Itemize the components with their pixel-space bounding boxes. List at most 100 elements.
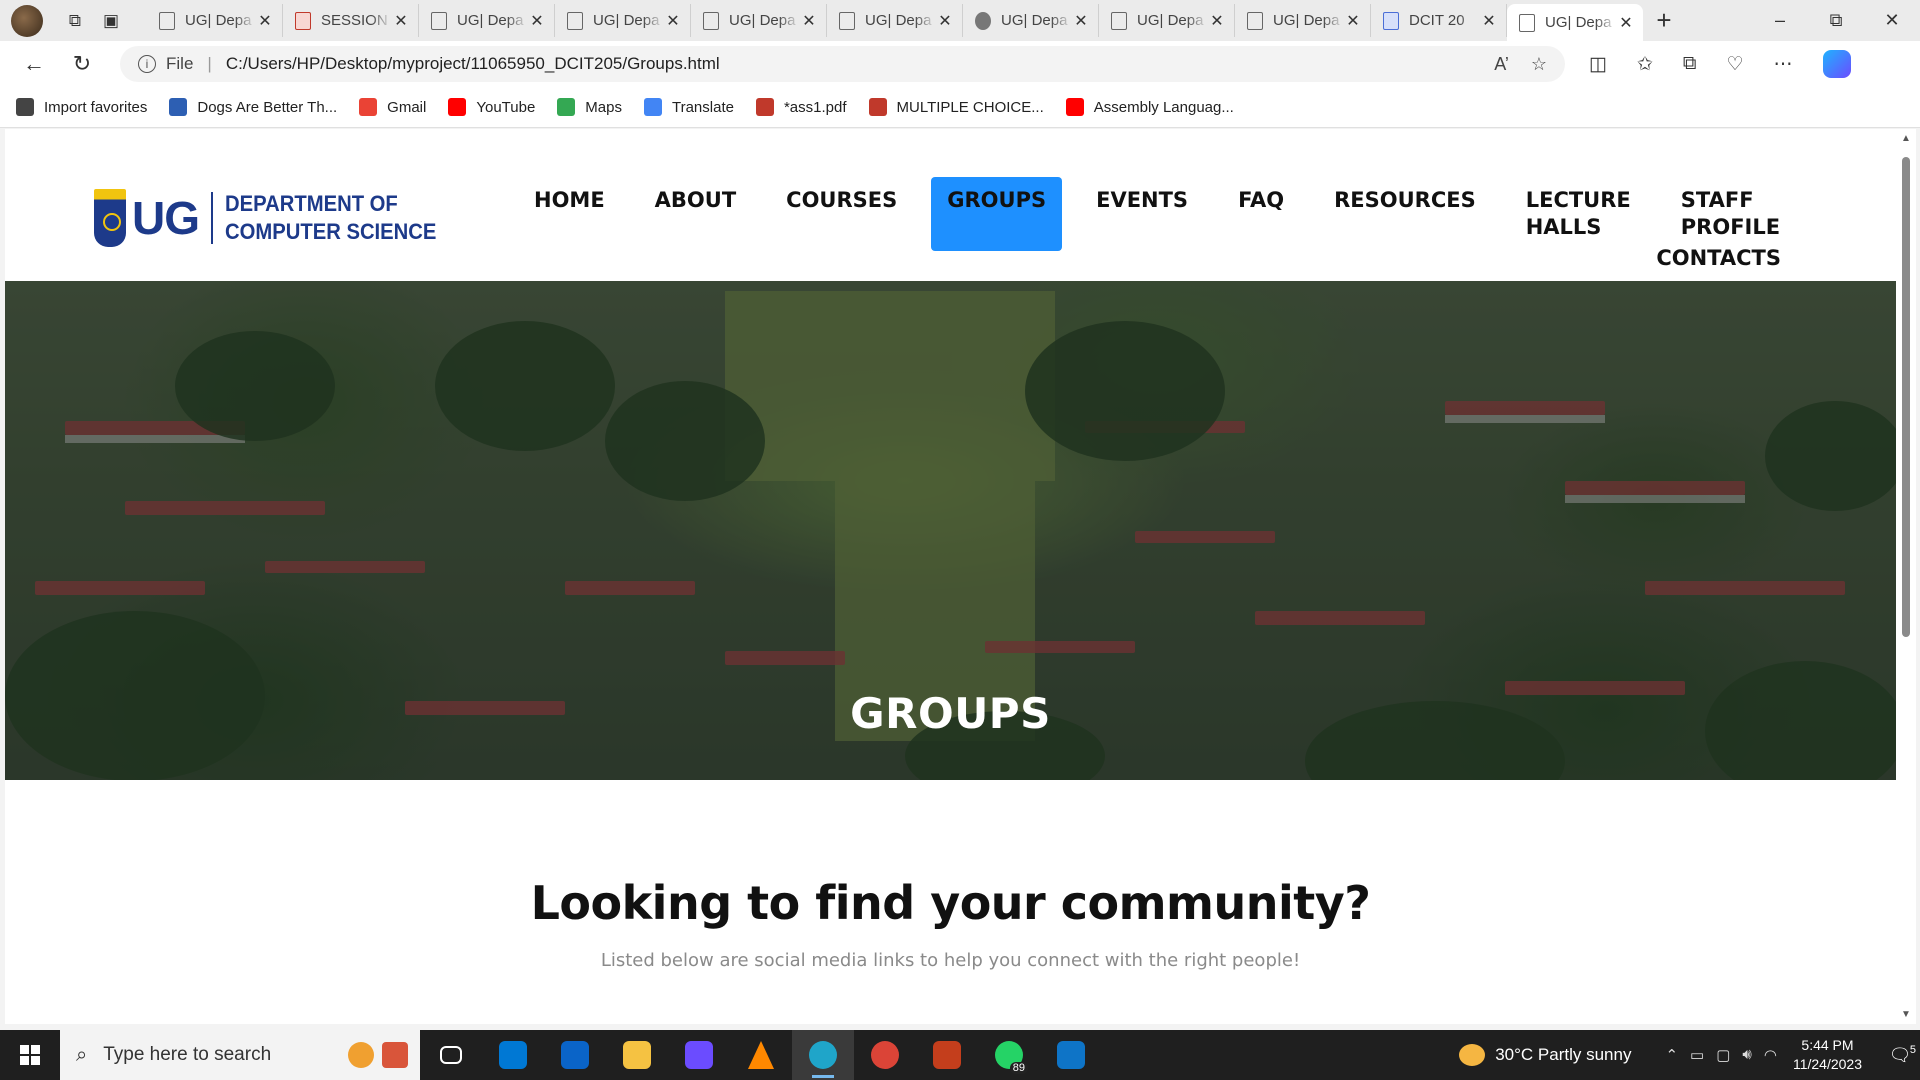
start-button[interactable] [0, 1030, 60, 1080]
close-tab-icon[interactable]: ✕ [664, 11, 682, 31]
address-bar-actions: A’ ☆ [1494, 54, 1565, 75]
nav-contacts[interactable]: CONTACTS [1640, 235, 1797, 282]
browser-tab[interactable]: UG| Depa ✕ [555, 4, 691, 37]
window-controls: – ⧉ ✕ [1752, 10, 1920, 31]
volume-icon[interactable]: 🔊︎ [1742, 1046, 1751, 1064]
close-tab-icon[interactable]: ✕ [1072, 11, 1090, 31]
browser-tab[interactable]: SESSION ✕ [283, 4, 419, 37]
url-scheme: File [166, 54, 194, 73]
taskbar-search[interactable]: ⌕ Type here to search [60, 1030, 420, 1080]
browser-tab[interactable]: UG| Depa ✕ [419, 4, 555, 37]
pdf-icon [755, 98, 774, 116]
close-tab-icon[interactable]: ✕ [256, 11, 274, 31]
chrome-taskbar-button[interactable] [854, 1030, 916, 1080]
close-tab-icon[interactable]: ✕ [1344, 11, 1362, 31]
close-tab-icon[interactable]: ✕ [392, 11, 410, 31]
page-icon [839, 11, 855, 30]
vlc-icon [748, 1041, 774, 1069]
browser-tab[interactable]: UG| Depa ✕ [827, 4, 963, 37]
mail-taskbar-button[interactable] [544, 1030, 606, 1080]
battery-icon[interactable]: ▭ [1690, 1046, 1704, 1064]
page-scrollbar[interactable]: ▲ ▼ [1896, 129, 1916, 1024]
favorite-link[interactable]: Assembly Languag... [1065, 98, 1234, 116]
browser-tab[interactable]: UG| Depa ✕ [691, 4, 827, 37]
browser-tab[interactable]: UG| Depa ✕ [147, 4, 283, 37]
edge-taskbar-button[interactable] [792, 1030, 854, 1080]
favorite-link[interactable]: Maps [557, 98, 622, 116]
scroll-down-icon[interactable]: ▼ [1901, 1009, 1911, 1020]
vlc-taskbar-button[interactable] [730, 1030, 792, 1080]
close-window-button[interactable]: ✕ [1864, 10, 1920, 31]
refresh-button[interactable]: ↻ [60, 46, 104, 82]
favorite-link[interactable]: *ass1.pdf [755, 98, 847, 116]
browser-tab[interactable]: UG| Depa ✕ [1235, 4, 1371, 37]
site-header: UG DEPARTMENT OF COMPUTER SCIENCE HOME AB… [5, 129, 1896, 281]
meet-now-icon[interactable]: ▢ [1716, 1046, 1730, 1064]
favorite-label: YouTube [476, 98, 536, 116]
browser-tab[interactable]: UG| Depa ✕ [1099, 4, 1235, 37]
powerpoint-icon [933, 1041, 961, 1069]
split-screen-icon[interactable]: ◫ [1589, 53, 1607, 76]
settings-more-icon[interactable]: ⋯ [1774, 53, 1793, 76]
url-text[interactable]: C:/Users/HP/Desktop/myproject/11065950_D… [226, 54, 720, 74]
scrollbar-thumb[interactable] [1902, 157, 1910, 637]
close-tab-icon[interactable]: ✕ [528, 11, 546, 31]
close-tab-icon[interactable]: ✕ [1480, 11, 1498, 31]
page-icon [1111, 11, 1127, 30]
microsoft-store-taskbar-button[interactable] [482, 1030, 544, 1080]
gmail-icon [359, 98, 378, 116]
favorites-icon[interactable]: ✩ [1637, 53, 1653, 76]
logo-dept-line1: DEPARTMENT OF [225, 191, 398, 216]
close-tab-icon[interactable]: ✕ [1617, 13, 1635, 33]
new-tab-button[interactable]: + [1643, 5, 1685, 36]
close-tab-icon[interactable]: ✕ [936, 11, 954, 31]
page-icon [1247, 11, 1263, 30]
close-tab-icon[interactable]: ✕ [1208, 11, 1226, 31]
department-logo[interactable]: UG DEPARTMENT OF COMPUTER SCIENCE [94, 189, 455, 247]
task-view-icon [440, 1046, 462, 1064]
translate-icon [643, 98, 662, 116]
taskbar-clock[interactable]: 5:44 PM 11/24/2023 [1793, 1036, 1862, 1074]
favorite-link[interactable]: MULTIPLE CHOICE... [868, 98, 1044, 116]
logo-dept-line2: COMPUTER SCIENCE [225, 219, 437, 244]
address-bar[interactable]: i File | C:/Users/HP/Desktop/myproject/1… [120, 46, 1565, 82]
restore-button[interactable]: ⧉ [1808, 10, 1864, 31]
page-icon [703, 11, 719, 30]
favorite-link[interactable]: Translate [643, 98, 734, 116]
powerpoint-taskbar-button[interactable] [916, 1030, 978, 1080]
browser-essentials-icon[interactable]: ♡ [1726, 53, 1743, 76]
whatsapp-taskbar-button[interactable]: 89 [978, 1030, 1040, 1080]
vertical-tabs-icon[interactable]: ▣ [93, 5, 129, 37]
read-aloud-icon[interactable]: A’ [1494, 54, 1509, 75]
workspaces-icon[interactable]: ⧉ [57, 5, 93, 37]
vscode-taskbar-button[interactable] [1040, 1030, 1102, 1080]
scroll-up-icon[interactable]: ▲ [1901, 133, 1911, 144]
profile-avatar[interactable] [11, 4, 43, 37]
copilot-icon[interactable] [1822, 50, 1851, 78]
file-explorer-taskbar-button[interactable] [606, 1030, 668, 1080]
search-highlights[interactable] [348, 1042, 408, 1068]
favorite-link[interactable]: Import favorites [16, 98, 147, 116]
gift-icon [382, 1042, 408, 1068]
clipchamp-taskbar-button[interactable] [668, 1030, 730, 1080]
browser-tab[interactable]: UG| Depa ✕ [963, 4, 1099, 37]
favorite-star-icon[interactable]: ☆ [1531, 54, 1547, 75]
favorite-link[interactable]: Dogs Are Better Th... [169, 98, 337, 116]
info-icon[interactable]: i [138, 55, 156, 73]
chevron-up-icon[interactable]: ⌃ [1665, 1046, 1678, 1064]
close-tab-icon[interactable]: ✕ [800, 11, 818, 31]
favorite-link[interactable]: YouTube [448, 98, 535, 116]
minimize-button[interactable]: – [1752, 10, 1808, 31]
url-separator: | [207, 54, 212, 73]
wifi-icon[interactable]: ◠ [1764, 1046, 1777, 1064]
task-view-taskbar-button[interactable] [420, 1030, 482, 1080]
collections-icon[interactable]: ⧉ [1683, 53, 1697, 75]
weather-widget[interactable]: 30°C Partly sunny [1459, 1044, 1631, 1066]
favorite-link[interactable]: Gmail [359, 98, 426, 116]
main-navigation: HOME ABOUT COURSES GROUPS EVENTS FAQ RESOURCES… [509, 177, 1806, 282]
back-button[interactable]: ← [12, 46, 56, 82]
favorite-label: MULTIPLE CHOICE... [896, 98, 1044, 116]
browser-tab[interactable]: DCIT 20 ✕ [1371, 4, 1507, 37]
browser-tab[interactable]: UG| Depa ✕ [1507, 4, 1643, 41]
notifications-button[interactable]: 🗨︎ 5 [1880, 1043, 1920, 1066]
